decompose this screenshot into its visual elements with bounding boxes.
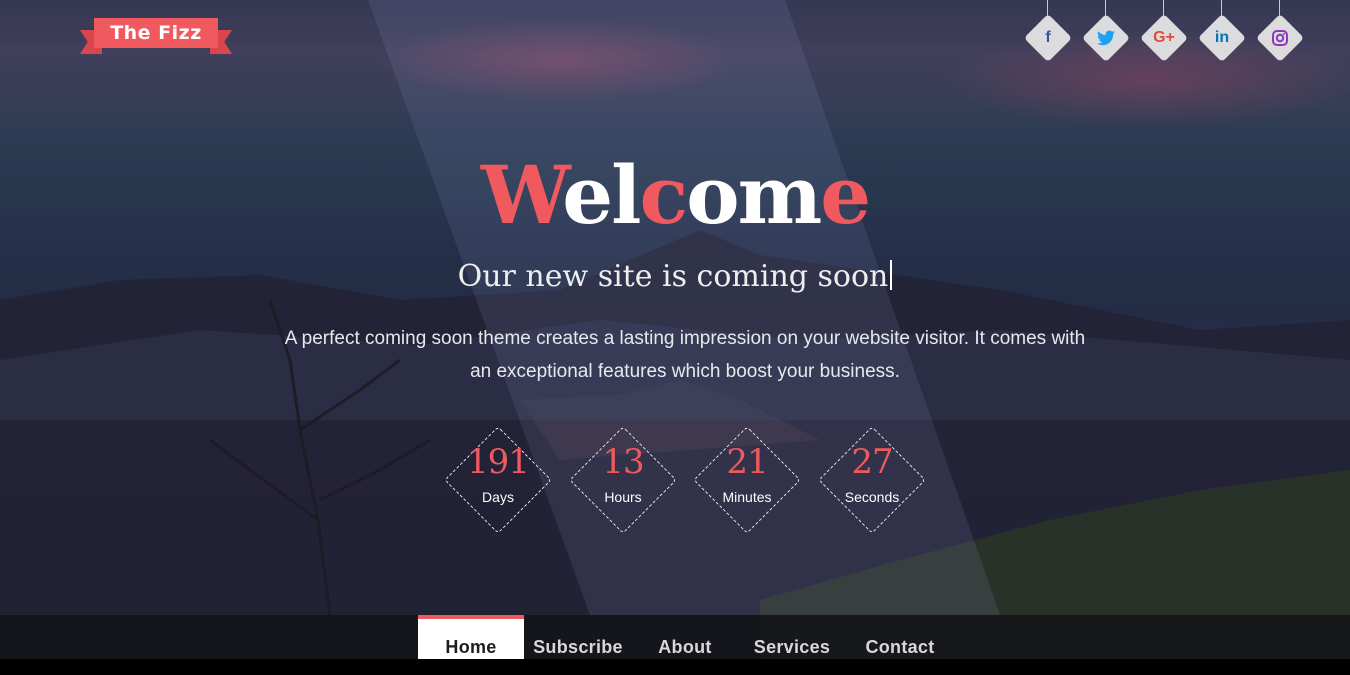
hanging-string: [1047, 0, 1048, 16]
description: A perfect coming soon theme creates a la…: [284, 328, 1086, 382]
brand-logo[interactable]: The Fizz: [80, 16, 232, 56]
countdown-seconds: 27 Seconds: [812, 420, 932, 540]
linkedin-icon: in: [1214, 29, 1230, 46]
welcome-letter: om: [686, 148, 822, 242]
countdown-days: 191 Days: [438, 420, 558, 540]
instagram-icon: [1256, 26, 1304, 50]
countdown-label: Seconds: [844, 489, 900, 505]
facebook-icon: f: [1045, 29, 1051, 46]
hanging-string: [1279, 0, 1280, 16]
countdown-value: 13: [602, 442, 644, 482]
twitter-icon: [1082, 26, 1130, 50]
countdown-label: Days: [482, 489, 514, 505]
social-links: f G+ in: [1023, 0, 1305, 70]
welcome-letter: W: [480, 148, 564, 242]
subtitle: Our new site is coming soon: [0, 257, 1350, 297]
google-plus-icon: G+: [1153, 29, 1175, 46]
typing-cursor: [890, 260, 893, 290]
subtitle-text: Our new site is coming soon: [457, 259, 889, 294]
countdown-value: 191: [467, 442, 530, 482]
welcome-heading: Welcome: [0, 150, 1350, 240]
hanging-string: [1221, 0, 1222, 16]
twitter-link[interactable]: [1081, 0, 1131, 68]
facebook-link[interactable]: f: [1023, 0, 1073, 68]
linkedin-link[interactable]: in: [1197, 0, 1247, 68]
countdown-label: Hours: [604, 489, 642, 505]
google-plus-link[interactable]: G+: [1139, 0, 1189, 68]
countdown-value: 21: [726, 442, 768, 482]
logo-text: The Fizz: [94, 18, 218, 48]
countdown-label: Minutes: [722, 489, 772, 505]
countdown-hours: 13 Hours: [563, 420, 683, 540]
countdown-minutes: 21 Minutes: [687, 420, 807, 540]
hanging-string: [1105, 0, 1106, 16]
welcome-letter: el: [562, 148, 641, 242]
hanging-string: [1163, 0, 1164, 16]
welcome-letter: c: [639, 148, 688, 242]
footer-strip: [0, 659, 1350, 675]
countdown-value: 27: [851, 442, 893, 482]
welcome-letter: e: [820, 148, 871, 242]
instagram-link[interactable]: [1255, 0, 1305, 68]
countdown-timer: 191 Days 13 Hours 21 Minutes 27 Seconds: [438, 420, 938, 540]
